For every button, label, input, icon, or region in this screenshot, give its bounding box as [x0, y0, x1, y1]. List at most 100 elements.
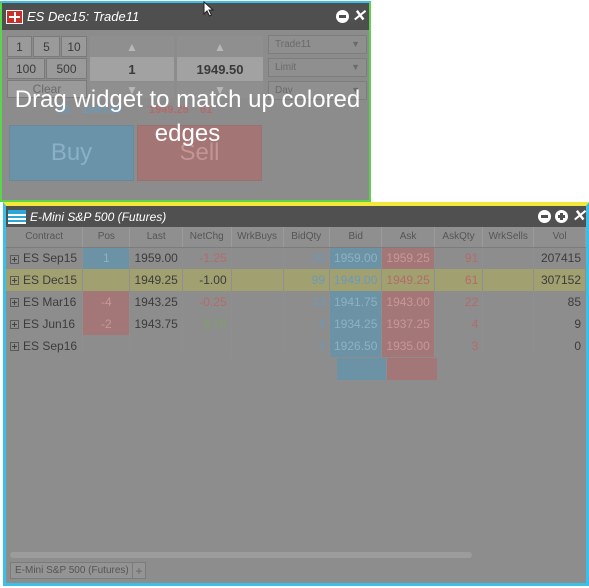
caret-down-icon: ▼ — [351, 62, 360, 72]
netchg-cell — [182, 335, 232, 357]
trade-widget[interactable]: ES Dec15: Trade11 ✕ 1 5 10 100 500 Clear… — [0, 1, 371, 202]
price-field[interactable]: 1949.50 — [177, 57, 263, 81]
contract-cell[interactable]: ES Dec15 — [6, 269, 84, 291]
bidqty-cell[interactable]: 99 — [283, 269, 331, 291]
column-header-last[interactable]: Last — [129, 227, 183, 248]
table-row[interactable]: ES Sep15 1 1959.00 -1.25 20 1959.00 1959… — [6, 247, 586, 269]
bidqty-cell[interactable]: 20 — [283, 247, 331, 269]
wrkbuys-cell[interactable] — [231, 269, 284, 291]
column-header-bid[interactable]: Bid — [329, 227, 383, 248]
ask-cell[interactable]: 1959.25 — [381, 247, 435, 269]
column-header-wrkbuys[interactable]: WrkBuys — [231, 227, 284, 248]
drag-instruction-overlay: Drag widget to match up colored edges — [14, 86, 361, 147]
grid-widget-titlebar[interactable]: E-Mini S&P 500 (Futures) ✕ — [6, 206, 586, 227]
qty-10-button[interactable]: 10 — [61, 36, 87, 57]
column-header-bidqty[interactable]: BidQty — [283, 227, 331, 248]
expand-icon[interactable] — [10, 320, 19, 330]
vol-cell: 307152 — [533, 269, 586, 291]
table-row[interactable]: ES Jun16 -2 1943.75 6.75 4 1934.25 1937.… — [6, 313, 586, 335]
empty-bid-cell[interactable] — [337, 358, 386, 380]
pos-cell[interactable]: -2 — [82, 313, 131, 335]
qty-5-button[interactable]: 5 — [33, 36, 60, 57]
last-cell — [129, 335, 183, 357]
wrkbuys-cell[interactable] — [231, 313, 284, 335]
vol-cell: 207415 — [533, 247, 586, 269]
wrksells-cell[interactable] — [482, 269, 535, 291]
column-header-ask[interactable]: Ask — [381, 227, 435, 248]
bidqty-cell[interactable]: 23 — [283, 291, 331, 313]
expand-icon[interactable] — [10, 342, 19, 352]
arrow-up-icon: ▲ — [214, 39, 226, 54]
trade-widget-titlebar[interactable]: ES Dec15: Trade11 ✕ — [2, 3, 369, 30]
qty-1-button[interactable]: 1 — [7, 36, 32, 57]
contract-cell[interactable]: ES Sep15 — [6, 247, 84, 269]
contract-name: ES Sep16 — [23, 339, 78, 353]
horizontal-scrollbar[interactable] — [10, 552, 472, 558]
order-type-select-value: Limit — [275, 62, 297, 73]
pos-cell[interactable] — [82, 269, 131, 291]
wrkbuys-cell[interactable] — [231, 335, 284, 357]
pos-cell[interactable]: -4 — [82, 291, 131, 313]
minimize-button[interactable] — [336, 10, 349, 23]
grid-widget-title: E-Mini S&P 500 (Futures) — [30, 209, 167, 224]
askqty-cell[interactable]: 61 — [434, 269, 484, 291]
column-header-askqty[interactable]: AskQty — [434, 227, 484, 248]
expand-icon[interactable] — [10, 276, 19, 286]
table-row[interactable]: ES Dec15 1949.25 -1.00 99 1949.00 1949.2… — [6, 269, 586, 291]
wrksells-cell[interactable] — [482, 335, 535, 357]
askqty-cell[interactable]: 4 — [434, 313, 484, 335]
ask-cell[interactable]: 1935.00 — [381, 335, 435, 357]
column-header-vol[interactable]: Vol — [533, 227, 586, 248]
pos-cell[interactable] — [82, 335, 131, 357]
add-tab-button[interactable]: + — [132, 562, 146, 579]
empty-ask-cell[interactable] — [387, 358, 437, 380]
bid-cell[interactable]: 1926.50 — [329, 335, 383, 357]
bid-cell[interactable]: 1941.75 — [329, 291, 383, 313]
order-type-select[interactable]: Limit ▼ — [268, 58, 367, 77]
account-select[interactable]: Trade11 ▼ — [268, 35, 367, 54]
bid-cell[interactable]: 1959.00 — [329, 247, 383, 269]
wrkbuys-cell[interactable] — [231, 291, 284, 313]
wrksells-cell[interactable] — [482, 291, 535, 313]
maximize-button[interactable] — [555, 210, 568, 223]
bid-cell[interactable]: 1949.00 — [329, 269, 383, 291]
bidqty-cell[interactable]: 3 — [283, 335, 331, 357]
expand-icon[interactable] — [10, 298, 19, 308]
wrksells-cell[interactable] — [482, 247, 535, 269]
market-grid-widget[interactable]: E-Mini S&P 500 (Futures) ✕ Contract Pos … — [3, 202, 589, 586]
column-header-contract[interactable]: Contract — [6, 227, 84, 248]
bidqty-cell[interactable]: 4 — [283, 313, 331, 335]
pos-cell[interactable]: 1 — [82, 247, 131, 269]
column-header-wrksells[interactable]: WrkSells — [482, 227, 535, 248]
contract-cell[interactable]: ES Jun16 — [6, 313, 84, 335]
quantity-field[interactable]: 1 — [90, 57, 174, 81]
close-button[interactable]: ✕ — [352, 9, 365, 25]
wrkbuys-cell[interactable] — [231, 247, 284, 269]
bid-cell[interactable]: 1934.25 — [329, 313, 383, 335]
price-up-button[interactable]: ▲ — [177, 36, 263, 57]
expand-icon[interactable] — [10, 254, 19, 264]
ask-cell[interactable]: 1949.25 — [381, 269, 435, 291]
qty-500-button[interactable]: 500 — [46, 58, 87, 79]
qty-100-button[interactable]: 100 — [7, 58, 45, 79]
table-row[interactable]: ES Mar16 -4 1943.25 -0.25 23 1941.75 194… — [6, 291, 586, 313]
askqty-cell[interactable]: 3 — [434, 335, 484, 357]
column-header-pos[interactable]: Pos — [82, 227, 131, 248]
qty-up-button[interactable]: ▲ — [90, 36, 174, 57]
contract-cell[interactable]: ES Sep16 — [6, 335, 84, 357]
table-row[interactable]: ES Sep16 3 1926.50 1935.00 3 0 — [6, 335, 586, 357]
close-button[interactable]: ✕ — [572, 209, 585, 225]
minimize-button[interactable] — [538, 210, 551, 223]
wrksells-cell[interactable] — [482, 313, 535, 335]
askqty-cell[interactable]: 22 — [434, 291, 484, 313]
tab-emini-sp500[interactable]: E-Mini S&P 500 (Futures) — [10, 562, 134, 579]
contract-cell[interactable]: ES Mar16 — [6, 291, 84, 313]
askqty-cell[interactable]: 91 — [434, 247, 484, 269]
contract-name: ES Sep15 — [23, 251, 78, 266]
caret-down-icon: ▼ — [351, 39, 360, 49]
mouse-pointer-icon — [203, 1, 215, 17]
arrow-up-icon: ▲ — [126, 39, 138, 54]
ask-cell[interactable]: 1943.00 — [381, 291, 435, 313]
ask-cell[interactable]: 1937.25 — [381, 313, 435, 335]
column-header-netchg[interactable]: NetChg — [182, 227, 232, 248]
